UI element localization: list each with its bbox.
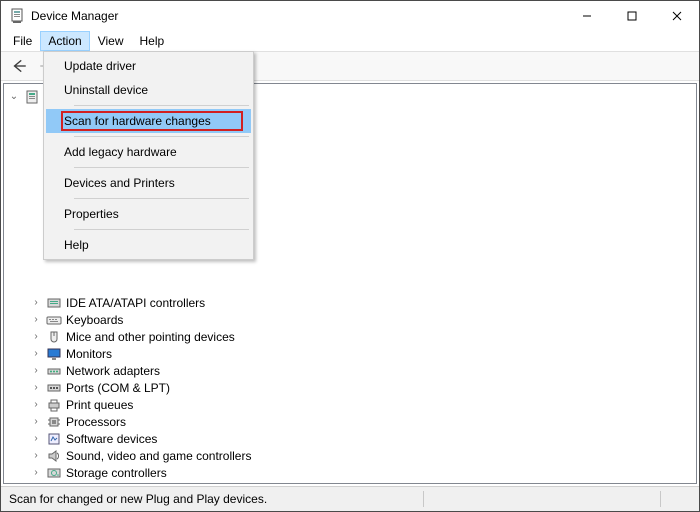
expand-icon[interactable]: › [30,365,42,376]
tree-item-system[interactable]: ›System devices [8,481,696,484]
tree-item-label: Processors [66,415,126,429]
menu-add-legacy[interactable]: Add legacy hardware [46,140,251,164]
tree-item-ide[interactable]: › IDE ATA/ATAPI controllers [8,294,696,311]
menu-separator [74,136,249,137]
cpu-icon [46,414,62,430]
tree-item-label: Storage controllers [66,466,167,480]
tree-item-network[interactable]: › Network adapters [8,362,696,379]
tree-item-monitor[interactable]: › Monitors [8,345,696,362]
ide-icon [46,295,62,311]
expand-icon[interactable]: › [30,450,42,461]
menu-help-item[interactable]: Help [46,233,251,257]
expand-icon[interactable]: › [30,348,42,359]
menu-properties[interactable]: Properties [46,202,251,226]
tree-item-printer[interactable]: › Print queues [8,396,696,413]
tree-item-label: Mice and other pointing devices [66,330,235,344]
expand-icon[interactable]: › [30,331,42,342]
tree-item-keyboard[interactable]: › Keyboards [8,311,696,328]
expand-icon[interactable]: ⌄ [8,91,20,102]
tree-item-software[interactable]: › Software devices [8,430,696,447]
expand-icon[interactable]: › [30,382,42,393]
menu-separator [74,198,249,199]
menu-help[interactable]: Help [132,31,173,51]
tree-item-cpu[interactable]: › Processors [8,413,696,430]
tree-item-label: Monitors [66,347,112,361]
port-icon [46,380,62,396]
expand-icon[interactable]: › [30,314,42,325]
tree-item-label: System devices [66,483,150,485]
statusbar: Scan for changed or new Plug and Play de… [1,486,699,511]
monitor-icon [46,346,62,362]
network-icon [46,363,62,379]
back-button[interactable] [7,55,31,77]
menu-uninstall-device[interactable]: Uninstall device [46,78,251,102]
expand-icon[interactable]: › [30,399,42,410]
maximize-button[interactable] [609,1,654,31]
sound-icon [46,448,62,464]
expand-icon[interactable]: › [30,467,42,478]
system-icon [46,482,62,485]
tree-item-label: Ports (COM & LPT) [66,381,170,395]
menu-devices-printers[interactable]: Devices and Printers [46,171,251,195]
tree-item-label: IDE ATA/ATAPI controllers [66,296,205,310]
action-dropdown: Update driver Uninstall device Scan for … [43,51,254,260]
tree-item-label: Network adapters [66,364,160,378]
menu-file[interactable]: File [5,31,40,51]
window-controls [564,1,699,31]
printer-icon [46,397,62,413]
app-icon [9,8,25,24]
status-text: Scan for changed or new Plug and Play de… [9,492,267,506]
tree-item-label: Software devices [66,432,157,446]
tree-item-mouse[interactable]: › Mice and other pointing devices [8,328,696,345]
close-button[interactable] [654,1,699,31]
menu-separator [74,229,249,230]
menu-separator [74,167,249,168]
computer-icon [24,89,40,105]
device-manager-window: Device Manager File Action View Help Upd… [0,0,700,512]
menu-view[interactable]: View [90,31,132,51]
menubar: File Action View Help [1,31,699,51]
tree-item-label: Print queues [66,398,133,412]
menu-update-driver[interactable]: Update driver [46,54,251,78]
software-icon [46,431,62,447]
titlebar: Device Manager [1,1,699,31]
mouse-icon [46,329,62,345]
tree-item-label: Sound, video and game controllers [66,449,251,463]
expand-icon[interactable]: › [30,433,42,444]
tree-item-port[interactable]: › Ports (COM & LPT) [8,379,696,396]
tree-item-label: Keyboards [66,313,123,327]
storage-icon [46,465,62,481]
tree-item-sound[interactable]: › Sound, video and game controllers [8,447,696,464]
keyboard-icon [46,312,62,328]
menu-separator [74,105,249,106]
tree-item-storage[interactable]: › Storage controllers [8,464,696,481]
minimize-button[interactable] [564,1,609,31]
menu-scan-hardware[interactable]: Scan for hardware changes [46,109,251,133]
expand-icon[interactable]: › [30,297,42,308]
expand-icon[interactable]: › [30,416,42,427]
window-title: Device Manager [31,9,118,23]
menu-action[interactable]: Action [40,31,89,51]
